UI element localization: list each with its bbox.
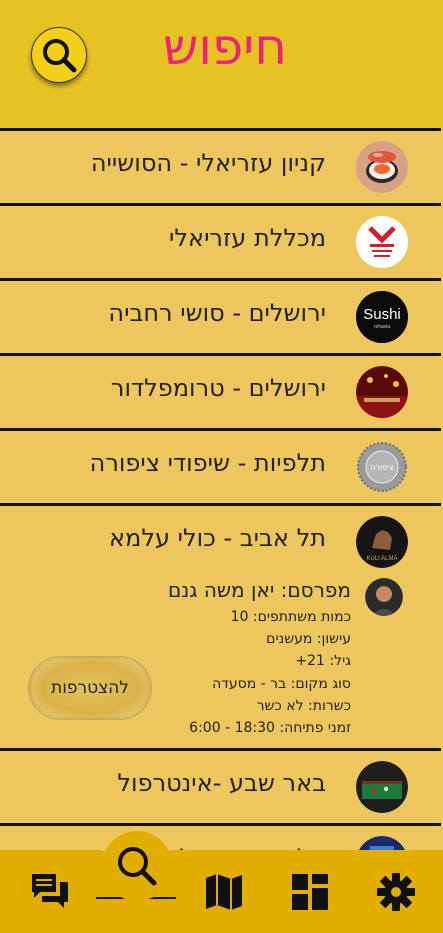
nav-map-button[interactable] bbox=[202, 870, 246, 914]
list-item[interactable]: מכללת עזריאלי bbox=[0, 203, 441, 278]
list-item-title: באר שבע -אינטרפול bbox=[117, 769, 326, 797]
header-search-button[interactable] bbox=[31, 27, 87, 83]
join-button[interactable]: להצטרפות bbox=[28, 656, 152, 720]
nav-settings-button[interactable] bbox=[374, 870, 418, 914]
detail-smoking: עישון: מעשנים bbox=[266, 631, 351, 648]
list-item-title: ירושלים - טרומפלדור bbox=[110, 374, 326, 402]
list-item-expanded[interactable]: KULI ALMA תל אביב - כולי עלמא מפרסם: יאן… bbox=[0, 503, 441, 748]
sushi-rehavia-logo: Sushi rehavia bbox=[356, 291, 408, 343]
bottom-nav bbox=[0, 831, 443, 933]
bar-image bbox=[356, 366, 408, 418]
settings-icon bbox=[377, 873, 415, 911]
list-item-title: ירושלים - סושי רחביה bbox=[108, 299, 326, 327]
search-icon bbox=[118, 847, 157, 886]
detail-participants: כמות משתתפים: 10 bbox=[230, 609, 351, 625]
page-title: חיפוש bbox=[162, 18, 288, 76]
promoter-avatar bbox=[365, 578, 403, 616]
header: חיפוש bbox=[0, 0, 443, 128]
list-item[interactable]: ציפורה תלפיות - שיפודי ציפורה bbox=[0, 428, 441, 503]
chat-icon bbox=[32, 874, 68, 908]
results-list: קניון עזריאלי - הסושייה מכללת עזריאלי Su… bbox=[0, 128, 441, 898]
list-item-title: מכללת עזריאלי bbox=[169, 224, 326, 252]
list-item-title: תלפיות - שיפודי ציפורה bbox=[89, 449, 326, 477]
map-icon bbox=[206, 874, 242, 910]
azrieli-college-logo bbox=[356, 216, 408, 268]
nav-dashboard-button[interactable] bbox=[288, 870, 332, 914]
nav-chat-button[interactable] bbox=[28, 870, 72, 914]
list-item[interactable]: באר שבע -אינטרפול bbox=[0, 748, 441, 823]
logo-subtext: rehavia bbox=[374, 324, 391, 330]
promoter-name: מפרסם: יאן משה גנם bbox=[167, 578, 351, 602]
dashboard-icon bbox=[292, 874, 328, 910]
kuli-alma-logo: KULI ALMA bbox=[356, 516, 408, 568]
nav-search-button[interactable] bbox=[102, 831, 172, 901]
list-item-title: קניון עזריאלי - הסושייה bbox=[90, 149, 326, 177]
list-item[interactable]: ירושלים - טרומפלדור bbox=[0, 353, 441, 428]
tzipora-seal-logo: ציפורה bbox=[356, 441, 408, 493]
logo-text: Sushi bbox=[363, 306, 401, 323]
list-item[interactable]: קניון עזריאלי - הסושייה bbox=[0, 128, 441, 203]
snooker-table-image bbox=[356, 761, 408, 813]
sushi-roll-image bbox=[356, 141, 408, 193]
logo-text: ציפורה bbox=[370, 463, 394, 472]
list-item-title: תל אביב - כולי עלמא bbox=[109, 524, 326, 552]
detail-hours: זמני פתיחה: 18:30 - 6:00 bbox=[189, 720, 351, 737]
logo-text: KULI ALMA bbox=[366, 556, 397, 562]
search-icon bbox=[43, 39, 77, 73]
list-item[interactable]: Sushi rehavia ירושלים - סושי רחביה bbox=[0, 278, 441, 353]
